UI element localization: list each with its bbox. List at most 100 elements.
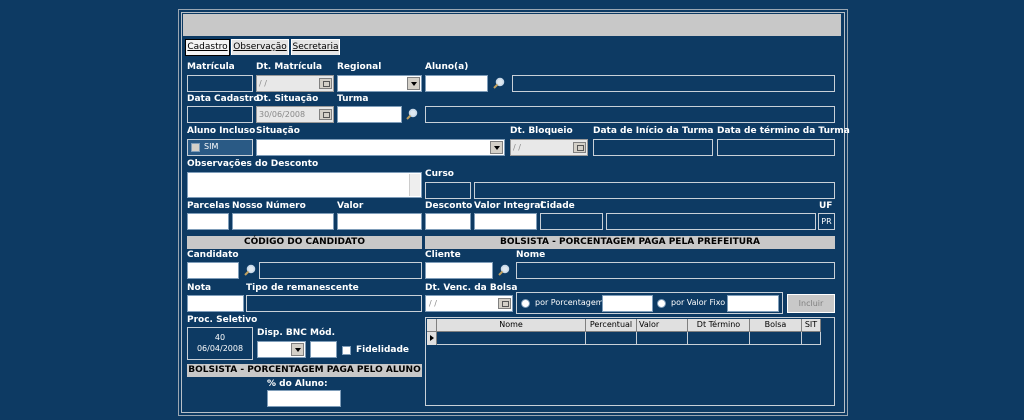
turma-label: Turma <box>337 94 369 104</box>
grid-header-valor[interactable]: Valor <box>637 319 688 331</box>
calendar-icon[interactable] <box>319 78 332 89</box>
calendar-icon[interactable] <box>573 142 586 153</box>
grid-cell-divider <box>585 332 586 345</box>
situacao-label: Situação <box>256 126 300 136</box>
uf-input[interactable]: PR <box>818 213 835 230</box>
aluno-incluso-sim: SIM <box>204 142 219 151</box>
search-icon[interactable] <box>406 108 418 120</box>
aluno-incluso-box[interactable]: SIM <box>187 139 253 156</box>
search-icon[interactable] <box>493 77 505 89</box>
grid-header-sit[interactable]: SIT <box>802 319 821 331</box>
pct-aluno-input[interactable] <box>267 390 341 407</box>
por-valor-fixo-radio[interactable] <box>657 299 666 308</box>
data-cadastro-input[interactable] <box>187 106 253 123</box>
desconto-input[interactable] <box>425 213 471 230</box>
scrollbar[interactable] <box>409 174 420 196</box>
observacoes-desconto-label: Observações do Desconto <box>187 159 319 169</box>
grid-header-bolsa[interactable]: Bolsa <box>750 319 802 331</box>
dt-venc-bolsa-value: / / <box>429 299 437 308</box>
disp-bnc-select[interactable] <box>257 341 306 358</box>
curso-name-input[interactable] <box>474 182 835 199</box>
proc-seletivo-box: 40 06/04/2008 <box>187 327 253 360</box>
aluno-label: Aluno(a) <box>425 62 469 72</box>
regional-select[interactable] <box>337 75 422 92</box>
search-icon[interactable] <box>498 264 510 276</box>
matricula-label: Matrícula <box>187 62 235 72</box>
table-row[interactable] <box>437 331 821 345</box>
observacoes-desconto-textarea[interactable] <box>187 172 422 198</box>
calendar-icon[interactable] <box>319 109 332 120</box>
data-termino-turma-input[interactable] <box>717 139 835 156</box>
dt-bloqueio-value: / / <box>513 143 521 152</box>
data-cadastro-label: Data Cadastro <box>187 94 260 104</box>
candidato-name-input[interactable] <box>259 262 422 279</box>
chevron-down-icon[interactable] <box>291 343 304 356</box>
grid-header-nome[interactable]: Nome <box>437 319 586 331</box>
valor-integral-input[interactable] <box>474 213 537 230</box>
parcelas-input[interactable] <box>187 213 229 230</box>
valor-label: Valor <box>337 201 364 211</box>
candidato-input[interactable] <box>187 262 239 279</box>
row-pointer-icon <box>430 335 434 341</box>
curso-code-input[interactable] <box>425 182 471 199</box>
proc-seletivo-number: 40 <box>214 333 226 342</box>
nosso-numero-input[interactable] <box>232 213 334 230</box>
grid-header-percentual[interactable]: Percentual <box>586 319 637 331</box>
dt-situacao-input[interactable]: 30/06/2008 <box>256 106 334 123</box>
dt-venc-bolsa-input[interactable]: / / <box>425 295 513 312</box>
tab-cadastro[interactable]: Cadastro <box>185 39 230 56</box>
dt-situacao-value: 30/06/2008 <box>259 110 306 119</box>
curso-label: Curso <box>425 169 454 179</box>
turma-name-input[interactable] <box>425 106 835 123</box>
dt-venc-bolsa-label: Dt. Venc. da Bolsa <box>425 283 518 293</box>
tab-secretaria[interactable]: Secretaria <box>291 39 340 55</box>
aluno-code-input[interactable] <box>425 75 488 92</box>
tipo-remanescente-label: Tipo de remanescente <box>246 283 359 293</box>
data-inicio-turma-input[interactable] <box>593 139 713 156</box>
valor-fixo-input[interactable] <box>727 295 779 312</box>
pct-aluno-label: % do Aluno: <box>267 379 328 389</box>
situacao-select[interactable] <box>256 139 505 156</box>
grid-header-dt-termino[interactable]: Dt Término <box>688 319 750 331</box>
dt-bloqueio-input[interactable]: / / <box>510 139 588 156</box>
proc-seletivo-label: Proc. Seletivo <box>187 315 258 325</box>
cidade-code-input[interactable] <box>540 213 603 230</box>
aluno-name-input[interactable] <box>512 75 835 92</box>
valor-input[interactable] <box>337 213 422 230</box>
calendar-icon[interactable] <box>498 298 511 309</box>
tipo-remanescente-input[interactable] <box>246 295 422 312</box>
desconto-label: Desconto <box>425 201 473 211</box>
tab-observacao[interactable]: Observação <box>231 39 289 55</box>
por-porcentagem-radio[interactable] <box>521 299 530 308</box>
aluno-incluso-label: Aluno Incluso <box>187 126 256 136</box>
regional-label: Regional <box>337 62 382 72</box>
turma-code-input[interactable] <box>337 106 402 123</box>
valor-integral-label: Valor Integral <box>474 201 544 211</box>
por-porcentagem-label: por Porcentagem <box>535 298 604 307</box>
mod-input[interactable] <box>310 341 337 358</box>
mod-label: Mód. <box>310 328 336 338</box>
nome-label: Nome <box>516 250 546 260</box>
cliente-input[interactable] <box>425 262 493 279</box>
bolsa-type-group: por Porcentagem por Valor Fixo <box>516 292 783 314</box>
porcentagem-input[interactable] <box>602 295 653 312</box>
grid-cell-divider <box>749 332 750 345</box>
matricula-input[interactable] <box>187 75 253 92</box>
dt-situacao-label: Dt. Situação <box>256 94 319 104</box>
incluir-button[interactable]: Incluir <box>787 294 835 313</box>
nome-input[interactable] <box>516 262 835 279</box>
chevron-down-icon[interactable] <box>407 77 420 90</box>
dt-matricula-label: Dt. Matrícula <box>256 62 323 72</box>
search-icon[interactable] <box>244 264 256 276</box>
cidade-name-input[interactable] <box>606 213 816 230</box>
grid-row-indicator[interactable] <box>427 331 437 345</box>
fidelidade-checkbox[interactable] <box>342 346 351 355</box>
codigo-candidato-header: CÓDIGO DO CANDIDATO <box>187 236 422 249</box>
dt-matricula-input[interactable]: / / <box>256 75 334 92</box>
por-valor-fixo-label: por Valor Fixo <box>671 298 726 307</box>
nota-input[interactable] <box>187 295 244 312</box>
parcelas-label: Parcelas <box>187 201 230 211</box>
bolsista-aluno-header: BOLSISTA - PORCENTAGEM PAGA PELO ALUNO <box>187 364 422 377</box>
chevron-down-icon[interactable] <box>490 141 503 154</box>
aluno-incluso-checkbox[interactable] <box>191 143 200 152</box>
